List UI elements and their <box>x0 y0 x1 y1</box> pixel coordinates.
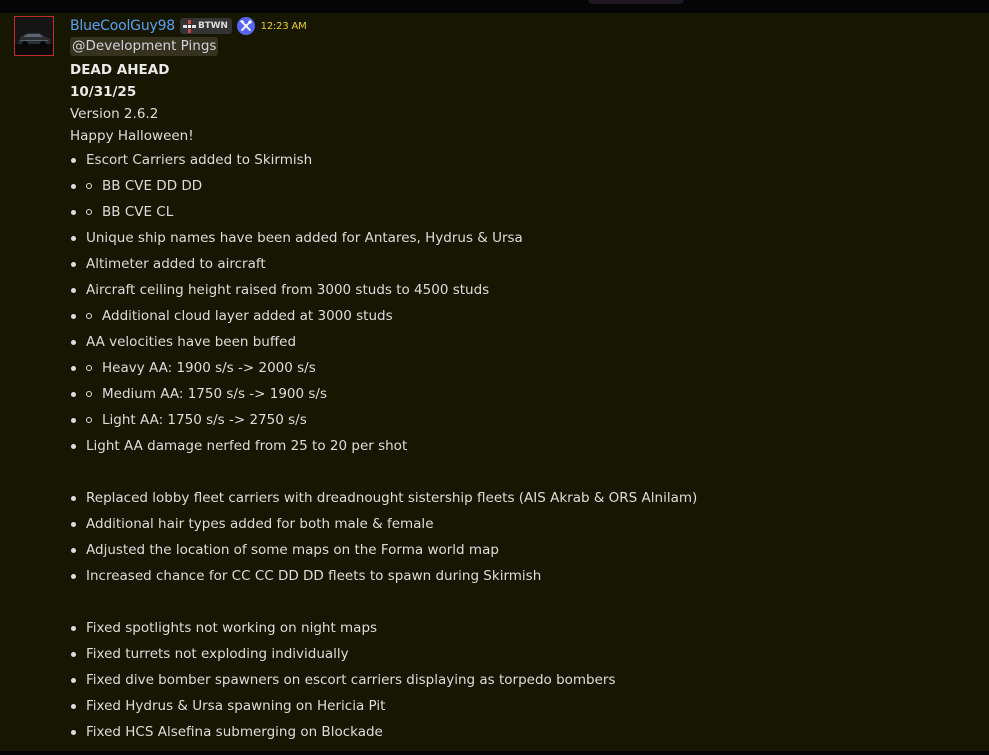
timestamp: 12:23 AM <box>260 20 307 32</box>
sub-list-item: Heavy AA: 1900 s/s -> 2000 s/s <box>70 355 970 381</box>
bullet-circle-icon <box>86 365 92 371</box>
bullet-dot-icon <box>71 730 76 735</box>
bullet-dot-icon <box>71 418 76 423</box>
list-item: Escort Carriers added to Skirmish <box>70 147 970 173</box>
list-spacer <box>70 589 970 615</box>
list-item-text: Fixed dive bomber spawners on escort car… <box>86 672 616 688</box>
sub-list-item: Additional cloud layer added at 3000 stu… <box>70 303 970 329</box>
list-item: Altimeter added to aircraft <box>70 251 970 277</box>
list-item-text: Aircraft ceiling height raised from 3000… <box>86 282 490 298</box>
bottom-bar <box>0 751 989 755</box>
sub-list-item: Medium AA: 1750 s/s -> 1900 s/s <box>70 381 970 407</box>
list-item-text: Fixed Hydrus & Ursa spawning on Hericia … <box>86 698 386 714</box>
list-item-text: Fixed turrets not exploding individually <box>86 646 349 662</box>
username[interactable]: BlueCoolGuy98 <box>70 18 175 34</box>
bullet-dot-icon <box>71 652 76 657</box>
bullet-dot-icon <box>71 392 76 397</box>
hammer-wrench-icon <box>239 20 252 31</box>
crosshair-icon <box>183 19 196 33</box>
bullet-dot-icon <box>71 678 76 683</box>
bullet-dot-icon <box>71 210 76 215</box>
list-item-text: Altimeter added to aircraft <box>86 256 266 272</box>
changelog-list: Escort Carriers added to Skirmish BB CVE … <box>70 147 970 745</box>
chat-message: BlueCoolGuy98 BTWN 12:23 AM @Development… <box>0 13 989 751</box>
list-item-text: Medium AA: 1750 s/s -> 1900 s/s <box>102 386 328 402</box>
list-item-text: BB CVE DD DD <box>102 178 203 194</box>
bullet-dot-icon <box>71 288 76 293</box>
bullet-dot-icon <box>71 496 76 501</box>
bullet-dot-icon <box>71 184 76 189</box>
bullet-dot-icon <box>71 158 76 163</box>
bullet-dot-icon <box>71 704 76 709</box>
avatar[interactable] <box>14 16 54 56</box>
list-item: Fixed Hydrus & Ursa spawning on Hericia … <box>70 693 970 719</box>
update-title: DEAD AHEAD <box>70 62 170 78</box>
list-item: Fixed dive bomber spawners on escort car… <box>70 667 970 693</box>
list-item: Fixed spotlights not working on night ma… <box>70 615 970 641</box>
bullet-dot-icon <box>71 626 76 631</box>
list-item-text: Fixed spotlights not working on night ma… <box>86 620 378 636</box>
bullet-dot-icon <box>71 548 76 553</box>
car-avatar-image <box>15 17 53 55</box>
list-item-text: Fixed HCS Alsefina submerging on Blockad… <box>86 724 383 740</box>
bullet-dot-icon <box>71 574 76 579</box>
list-item: Fixed turrets not exploding individually <box>70 641 970 667</box>
bullet-dot-icon <box>71 262 76 267</box>
bullet-circle-icon <box>86 417 92 423</box>
sub-list-item: Light AA: 1750 s/s -> 2750 s/s <box>70 407 970 433</box>
role-mention[interactable]: @Development Pings <box>70 37 219 56</box>
bullet-circle-icon <box>86 391 92 397</box>
list-item: Increased chance for CC CC DD DD fleets … <box>70 563 970 589</box>
list-item-text: BB CVE CL <box>102 204 174 220</box>
greeting-text: Happy Halloween! <box>70 128 194 144</box>
bullet-dot-icon <box>71 366 76 371</box>
top-bar <box>0 0 989 13</box>
list-item-text: AA velocities have been buffed <box>86 334 297 350</box>
list-spacer <box>70 459 970 485</box>
list-item: Fixed HCS Alsefina submerging on Blockad… <box>70 719 970 745</box>
list-item: Light AA damage nerfed from 25 to 20 per… <box>70 433 970 459</box>
list-item-text: Adjusted the location of some maps on th… <box>86 542 499 558</box>
list-item: AA velocities have been buffed <box>70 329 970 355</box>
list-item: Unique ship names have been added for An… <box>70 225 970 251</box>
bullet-dot-icon <box>71 236 76 241</box>
list-item: Adjusted the location of some maps on th… <box>70 537 970 563</box>
message-content: DEAD AHEAD 10/31/25 Version 2.6.2 Happy … <box>70 59 970 745</box>
list-item-text: Escort Carriers added to Skirmish <box>86 152 313 168</box>
bullet-dot-icon <box>71 444 76 449</box>
sub-list-item: BB CVE CL <box>70 199 970 225</box>
top-tab-indicator <box>588 0 684 4</box>
bullet-circle-icon <box>86 209 92 215</box>
list-item-text: Unique ship names have been added for An… <box>86 230 523 246</box>
update-date: 10/31/25 <box>70 84 137 100</box>
bullet-dot-icon <box>71 340 76 345</box>
bullet-dot-icon <box>71 314 76 319</box>
list-item: Aircraft ceiling height raised from 3000… <box>70 277 970 303</box>
version-text: Version 2.6.2 <box>70 106 159 122</box>
list-item-text: Additional cloud layer added at 3000 stu… <box>102 308 393 324</box>
list-item-text: Light AA damage nerfed from 25 to 20 per… <box>86 438 408 454</box>
message-header: BlueCoolGuy98 BTWN 12:23 AM <box>70 16 307 36</box>
bullet-circle-icon <box>86 183 92 189</box>
server-tag-badge[interactable]: BTWN <box>180 18 232 34</box>
list-item-text: Replaced lobby fleet carriers with dread… <box>86 490 698 506</box>
list-item: Additional hair types added for both mal… <box>70 511 970 537</box>
list-item-text: Increased chance for CC CC DD DD fleets … <box>86 568 542 584</box>
app-badge-button[interactable] <box>236 17 255 35</box>
list-item-text: Heavy AA: 1900 s/s -> 2000 s/s <box>102 360 316 376</box>
bullet-circle-icon <box>86 313 92 319</box>
sub-list-item: BB CVE DD DD <box>70 173 970 199</box>
list-item-text: Additional hair types added for both mal… <box>86 516 434 532</box>
bullet-dot-icon <box>71 522 76 527</box>
server-tag-text: BTWN <box>198 21 228 31</box>
list-item: Replaced lobby fleet carriers with dread… <box>70 485 970 511</box>
list-item-text: Light AA: 1750 s/s -> 2750 s/s <box>102 412 307 428</box>
